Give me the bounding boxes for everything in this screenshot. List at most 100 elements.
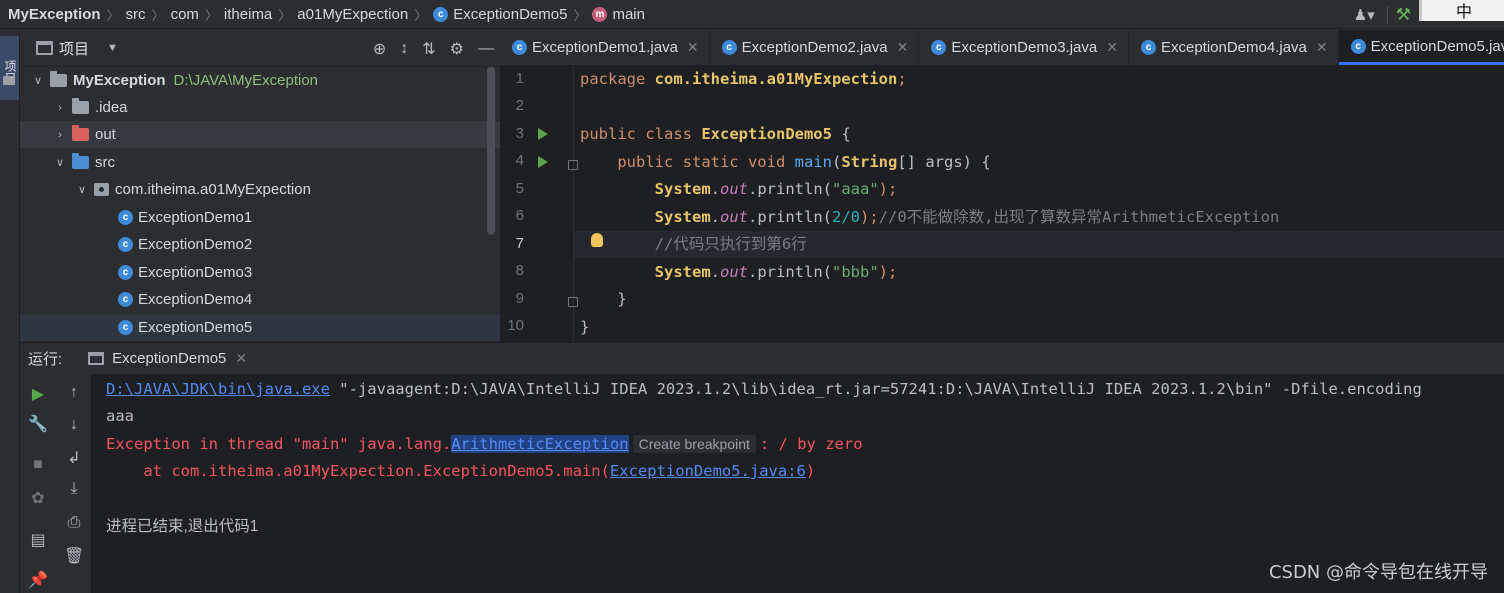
line-number: 8 xyxy=(515,262,524,279)
run-tab[interactable]: ExceptionDemo5 ✕ xyxy=(88,350,247,367)
expand-all-icon[interactable]: ↕ xyxy=(400,40,408,58)
close-icon[interactable]: ✕ xyxy=(1106,39,1118,56)
build-hammer-icon[interactable]: ⚒ xyxy=(1396,5,1411,25)
project-panel-tools: ⊕ ↕ ⇅ ⚙ — xyxy=(373,30,494,67)
close-icon[interactable]: ✕ xyxy=(235,350,247,367)
java-class-icon: c xyxy=(1350,38,1366,54)
arrow-up-icon[interactable]: ↑ xyxy=(64,384,84,402)
excluded-folder-icon xyxy=(72,125,89,141)
layout-icon[interactable]: ▤ xyxy=(28,530,48,550)
breadcrumb-method[interactable]: main xyxy=(612,6,645,23)
line-number: 1 xyxy=(515,70,524,87)
chevron-down-icon[interactable]: ∨ xyxy=(30,74,46,87)
gear-icon[interactable]: ⚙ xyxy=(450,39,464,59)
keyword: public class xyxy=(580,125,692,143)
code-line-6: System.out.println(2/0);//0不能做除数,出现了算数异常… xyxy=(580,204,1280,231)
java-class-icon: c xyxy=(118,265,133,280)
user-icon[interactable]: ♟▾ xyxy=(1354,6,1375,24)
static-field: out xyxy=(720,263,748,281)
editor-tab[interactable]: c ExceptionDemo3.java ✕ xyxy=(919,30,1129,65)
debug-icon[interactable]: ✿ xyxy=(28,488,48,508)
chevron-right-icon: 〉 xyxy=(151,7,165,23)
tree-item-idea[interactable]: › .idea xyxy=(20,94,500,121)
package-icon xyxy=(94,183,109,196)
breadcrumb-project[interactable]: MyException xyxy=(8,6,101,23)
editor-tab-label: ExceptionDemo3.java xyxy=(951,39,1098,56)
wrench-icon[interactable]: 🔧 xyxy=(28,414,48,434)
ime-indicator: 中 xyxy=(1419,0,1504,21)
pin-icon[interactable]: 📌 xyxy=(28,570,48,590)
line-number: 6 xyxy=(515,207,524,224)
fold-icon[interactable] xyxy=(568,297,578,307)
chevron-right-icon: 〉 xyxy=(106,7,120,23)
collapse-all-icon[interactable]: ⇅ xyxy=(422,39,435,59)
tree-item-project-root[interactable]: ∨ MyException D:\JAVA\MyException xyxy=(20,67,500,94)
tree-item-class[interactable]: c ExceptionDemo1 xyxy=(20,204,500,231)
exception-message: : / by zero xyxy=(759,435,863,453)
chevron-down-icon[interactable]: ∨ xyxy=(74,183,90,196)
locate-icon[interactable]: ⊕ xyxy=(373,39,386,59)
editor-tab-label: ExceptionDemo4.java xyxy=(1160,39,1307,56)
editor-tab-active[interactable]: c ExceptionDemo5.java xyxy=(1338,30,1504,65)
breadcrumb-com[interactable]: com xyxy=(171,6,199,23)
soft-wrap-icon[interactable]: ↲ xyxy=(64,448,84,468)
code-editor: c ExceptionDemo1.java ✕ c ExceptionDemo2… xyxy=(500,30,1504,342)
exception-class-link[interactable]: ArithmeticException xyxy=(451,435,629,453)
code-line-5: System.out.println("aaa"); xyxy=(580,176,898,203)
chevron-right-icon[interactable]: › xyxy=(52,102,68,114)
project-panel-title[interactable]: 项目 xyxy=(59,38,89,59)
close-icon[interactable]: ✕ xyxy=(897,39,909,56)
punctuation: ); xyxy=(860,208,879,226)
code-line-10: } xyxy=(580,314,589,341)
type-name: String xyxy=(841,153,898,171)
arrow-down-icon[interactable]: ↓ xyxy=(64,416,84,434)
java-class-icon: c xyxy=(721,40,737,55)
tree-item-out[interactable]: › out xyxy=(20,121,500,148)
chevron-right-icon[interactable]: › xyxy=(52,129,68,141)
source-location-link[interactable]: ExceptionDemo5.java:6 xyxy=(610,462,806,480)
project-tool-tab[interactable]: 项目 xyxy=(0,36,19,100)
project-scrollbar[interactable] xyxy=(487,67,495,235)
tree-item-label: ExceptionDemo5 xyxy=(138,319,253,336)
minimize-icon[interactable]: — xyxy=(478,40,494,58)
close-icon[interactable]: ✕ xyxy=(687,39,699,56)
editor-tab-bar: c ExceptionDemo1.java ✕ c ExceptionDemo2… xyxy=(500,30,1504,66)
stop-icon[interactable]: ■ xyxy=(28,456,48,474)
navigation-bar: MyException 〉 src 〉 com 〉 itheima 〉 a01M… xyxy=(0,0,1504,29)
chevron-right-icon: 〉 xyxy=(573,7,587,23)
tree-item-class-selected[interactable]: c ExceptionDemo5 xyxy=(20,314,500,341)
chevron-down-icon[interactable]: ∨ xyxy=(52,156,68,169)
tree-item-package[interactable]: ∨ com.itheima.a01MyExpection xyxy=(20,176,500,203)
breadcrumb-package[interactable]: a01MyExpection xyxy=(297,6,408,23)
breadcrumb-src[interactable]: src xyxy=(126,6,146,23)
create-breakpoint-button[interactable]: Create breakpoint xyxy=(632,435,756,453)
editor-tab[interactable]: c ExceptionDemo4.java ✕ xyxy=(1129,30,1339,65)
tree-item-label: .idea xyxy=(95,99,128,116)
lightbulb-icon[interactable] xyxy=(591,233,603,247)
static-field: out xyxy=(720,180,748,198)
editor-tab[interactable]: c ExceptionDemo1.java ✕ xyxy=(500,30,710,65)
fold-icon[interactable] xyxy=(568,160,578,170)
breadcrumb-itheima[interactable]: itheima xyxy=(224,6,272,23)
java-class-icon: c xyxy=(931,40,947,55)
line-number-current: 7 xyxy=(515,235,524,252)
editor-tab[interactable]: c ExceptionDemo2.java ✕ xyxy=(710,30,920,65)
scroll-to-end-icon[interactable]: ⤓ xyxy=(64,480,84,498)
java-exe-link[interactable]: D:\JAVA\JDK\bin\java.exe xyxy=(106,380,330,398)
close-icon[interactable]: ✕ xyxy=(1316,39,1328,56)
tree-item-class[interactable]: c ExceptionDemo3 xyxy=(20,259,500,286)
chevron-down-icon[interactable]: ▼ xyxy=(107,42,118,54)
print-icon[interactable]: ⎙ xyxy=(64,514,84,532)
rerun-icon[interactable]: ▶ xyxy=(28,384,48,404)
trash-icon[interactable]: 🗑 xyxy=(64,546,84,566)
method-icon: m xyxy=(592,6,608,22)
tree-item-class[interactable]: c ExceptionDemo4 xyxy=(20,286,500,313)
tree-item-label: out xyxy=(95,126,116,143)
breadcrumb-class[interactable]: ExceptionDemo5 xyxy=(453,6,567,23)
tree-item-class[interactable]: c ExceptionDemo2 xyxy=(20,231,500,258)
run-class-icon[interactable] xyxy=(538,128,548,140)
stacktrace-suffix: ) xyxy=(805,462,816,480)
folder-icon xyxy=(72,98,89,114)
run-main-icon[interactable] xyxy=(538,156,548,168)
tree-item-src[interactable]: ∨ src xyxy=(20,149,500,176)
